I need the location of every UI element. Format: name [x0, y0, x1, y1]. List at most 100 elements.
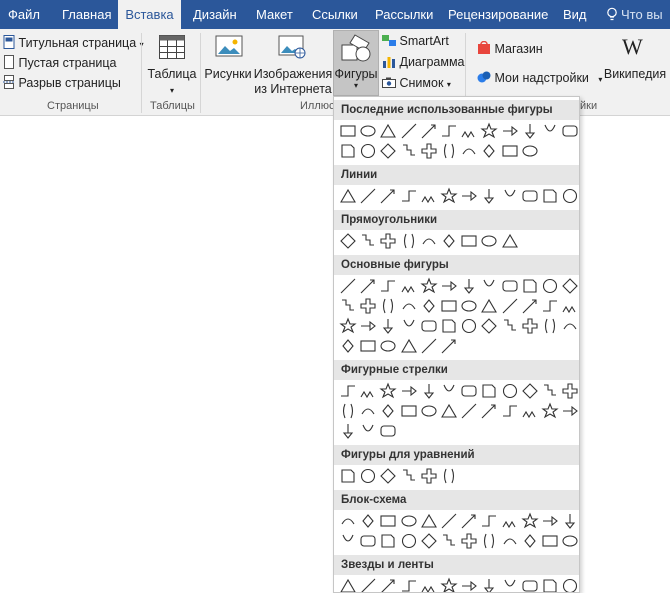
shape-option-icon[interactable] [399, 141, 419, 161]
shape-option-icon[interactable] [338, 401, 358, 421]
shape-option-icon[interactable] [378, 381, 398, 401]
shape-option-icon[interactable] [358, 121, 378, 141]
shape-option-icon[interactable] [560, 121, 579, 141]
shape-option-icon[interactable] [479, 511, 499, 531]
tab-home[interactable]: Главная [62, 0, 111, 29]
shape-option-icon[interactable] [338, 121, 358, 141]
shape-option-icon[interactable] [338, 576, 358, 592]
shape-option-icon[interactable] [520, 296, 540, 316]
shape-option-icon[interactable] [439, 531, 459, 551]
shape-option-icon[interactable] [378, 421, 398, 441]
shape-option-icon[interactable] [419, 186, 439, 206]
shape-option-icon[interactable] [358, 381, 378, 401]
tab-view[interactable]: Вид [563, 0, 587, 29]
tab-review[interactable]: Рецензирование [448, 0, 548, 29]
shape-option-icon[interactable] [358, 296, 378, 316]
shape-option-icon[interactable] [378, 296, 398, 316]
shape-option-icon[interactable] [459, 531, 479, 551]
shape-option-icon[interactable] [479, 141, 499, 161]
shape-option-icon[interactable] [439, 296, 459, 316]
pictures-button[interactable]: Рисунки [204, 67, 252, 82]
shape-option-icon[interactable] [419, 231, 439, 251]
shape-option-icon[interactable] [399, 531, 419, 551]
shape-option-icon[interactable] [399, 511, 419, 531]
shape-option-icon[interactable] [439, 186, 459, 206]
tab-file[interactable]: Файл [8, 0, 40, 29]
shape-option-icon[interactable] [500, 531, 520, 551]
shape-option-icon[interactable] [358, 186, 378, 206]
shape-option-icon[interactable] [338, 336, 358, 356]
shape-option-icon[interactable] [560, 381, 579, 401]
shape-option-icon[interactable] [500, 576, 520, 592]
shape-option-icon[interactable] [520, 531, 540, 551]
shape-option-icon[interactable] [540, 316, 560, 336]
shape-option-icon[interactable] [520, 401, 540, 421]
shape-option-icon[interactable] [560, 511, 579, 531]
shape-option-icon[interactable] [419, 531, 439, 551]
shape-option-icon[interactable] [439, 231, 459, 251]
shape-option-icon[interactable] [358, 316, 378, 336]
shape-option-icon[interactable] [378, 316, 398, 336]
shape-option-icon[interactable] [439, 316, 459, 336]
online-pictures-button[interactable]: Изображения из Интернета [253, 67, 333, 97]
store-button[interactable]: Магазин [477, 40, 543, 57]
shape-option-icon[interactable] [500, 511, 520, 531]
shape-option-icon[interactable] [439, 381, 459, 401]
shape-option-icon[interactable] [479, 576, 499, 592]
shape-option-icon[interactable] [520, 141, 540, 161]
shape-option-icon[interactable] [459, 316, 479, 336]
shape-option-icon[interactable] [338, 186, 358, 206]
shape-option-icon[interactable] [500, 381, 520, 401]
tab-insert[interactable]: Вставка [118, 0, 181, 29]
shape-option-icon[interactable] [560, 296, 579, 316]
shape-option-icon[interactable] [358, 466, 378, 486]
shape-option-icon[interactable] [459, 186, 479, 206]
blank-page-button[interactable]: Пустая страница [3, 55, 116, 71]
shape-option-icon[interactable] [459, 141, 479, 161]
shape-option-icon[interactable] [399, 231, 419, 251]
shape-option-icon[interactable] [500, 121, 520, 141]
shape-option-icon[interactable] [338, 511, 358, 531]
shape-option-icon[interactable] [560, 276, 579, 296]
shape-option-icon[interactable] [500, 296, 520, 316]
shape-option-icon[interactable] [540, 296, 560, 316]
shape-option-icon[interactable] [419, 381, 439, 401]
shape-option-icon[interactable] [378, 466, 398, 486]
shape-option-icon[interactable] [459, 381, 479, 401]
shape-option-icon[interactable] [358, 421, 378, 441]
shape-option-icon[interactable] [419, 296, 439, 316]
shape-option-icon[interactable] [520, 121, 540, 141]
shape-option-icon[interactable] [459, 401, 479, 421]
shape-option-icon[interactable] [459, 576, 479, 592]
shape-option-icon[interactable] [479, 531, 499, 551]
shape-option-icon[interactable] [399, 466, 419, 486]
shape-option-icon[interactable] [378, 276, 398, 296]
shape-option-icon[interactable] [540, 511, 560, 531]
shape-option-icon[interactable] [378, 231, 398, 251]
shape-option-icon[interactable] [479, 276, 499, 296]
shape-option-icon[interactable] [439, 466, 459, 486]
shape-option-icon[interactable] [459, 511, 479, 531]
shape-option-icon[interactable] [378, 401, 398, 421]
shape-option-icon[interactable] [479, 381, 499, 401]
shape-option-icon[interactable] [358, 336, 378, 356]
shape-option-icon[interactable] [520, 186, 540, 206]
shape-option-icon[interactable] [399, 276, 419, 296]
shape-option-icon[interactable] [358, 401, 378, 421]
smartart-button[interactable]: SmartArt [382, 34, 449, 49]
shape-option-icon[interactable] [338, 296, 358, 316]
shape-option-icon[interactable] [540, 576, 560, 592]
shape-option-icon[interactable] [439, 511, 459, 531]
page-break-button[interactable]: Разрыв страницы [3, 75, 121, 91]
shape-option-icon[interactable] [479, 401, 499, 421]
shape-option-icon[interactable] [459, 231, 479, 251]
shape-option-icon[interactable] [560, 531, 579, 551]
shape-option-icon[interactable] [338, 231, 358, 251]
shape-option-icon[interactable] [560, 576, 579, 592]
shape-option-icon[interactable] [338, 531, 358, 551]
shape-option-icon[interactable] [540, 186, 560, 206]
shape-option-icon[interactable] [439, 276, 459, 296]
shape-option-icon[interactable] [439, 336, 459, 356]
shape-option-icon[interactable] [439, 576, 459, 592]
shape-option-icon[interactable] [338, 276, 358, 296]
